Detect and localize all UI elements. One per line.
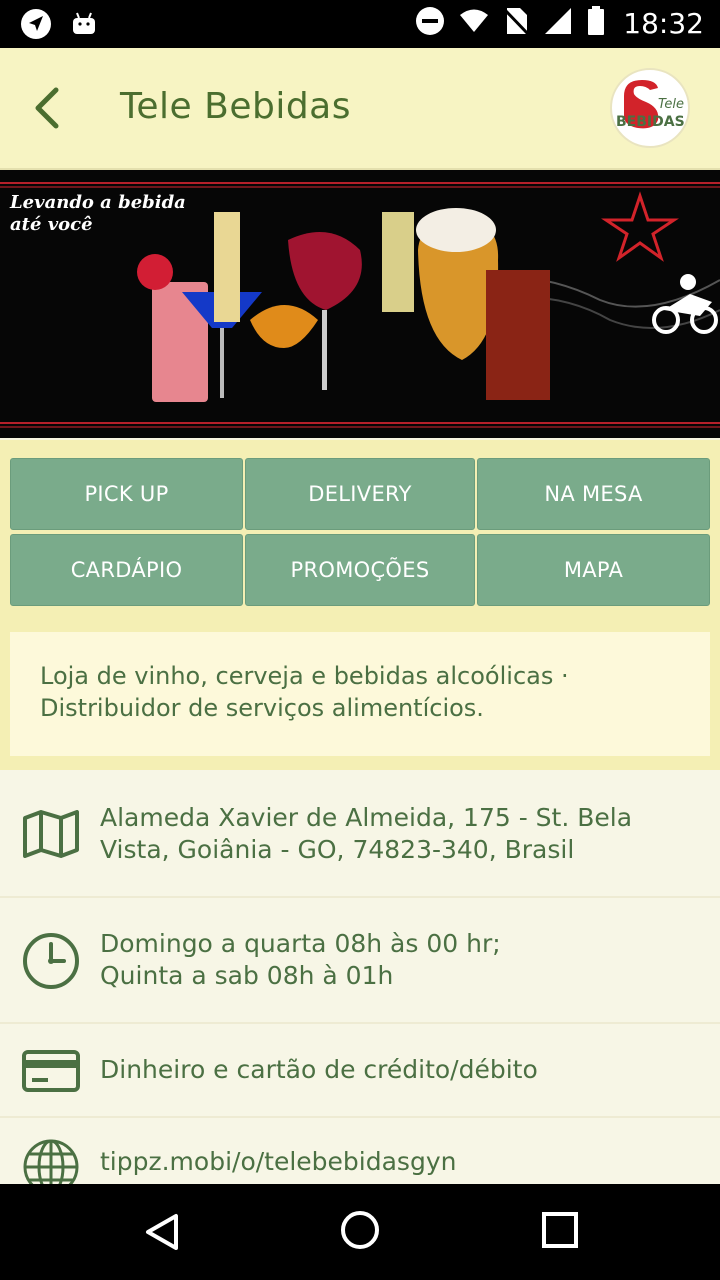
website-row[interactable]: tippz.mobi/o/telebebidasgyn <box>0 1118 720 1184</box>
battery-icon <box>587 6 605 40</box>
action-buttons: PICK UP DELIVERY NA MESA CARDÁPIO PROMOÇ… <box>0 440 720 630</box>
hours-row: Domingo a quarta 08h às 00 hr; Quinta a … <box>0 898 720 1024</box>
hours-line-2: Quinta a sab 08h à 01h <box>100 961 394 990</box>
address-line-1: Alameda Xavier de Almeida, 175 - St. Bel… <box>100 803 633 832</box>
logo-text-top: Tele <box>658 97 684 112</box>
clock-icon <box>23 933 79 989</box>
drinks-illustration <box>137 191 720 402</box>
nav-back-icon[interactable] <box>142 1212 182 1252</box>
android-icon <box>70 10 98 42</box>
promocoes-button[interactable]: PROMOÇÕES <box>245 534 475 606</box>
pick-up-button[interactable]: PICK UP <box>10 458 243 530</box>
system-nav-bar <box>0 1184 720 1280</box>
payment-row: Dinheiro e cartão de crédito/débito <box>0 1024 720 1118</box>
address-row[interactable]: Alameda Xavier de Almeida, 175 - St. Bel… <box>0 770 720 898</box>
status-time: 18:32 <box>623 6 704 40</box>
signal-icon <box>543 6 573 40</box>
chevron-left-icon <box>35 87 59 129</box>
wifi-icon <box>459 6 489 40</box>
page-title: Tele Bebidas <box>120 86 351 127</box>
nav-home-icon[interactable] <box>340 1210 380 1250</box>
cardapio-button[interactable]: CARDÁPIO <box>10 534 243 606</box>
navigation-icon <box>20 8 52 44</box>
hours-line-1: Domingo a quarta 08h às 00 hr; <box>100 929 501 958</box>
mapa-button[interactable]: MAPA <box>477 534 710 606</box>
app-bar: Tele Bebidas Tele BEBIDAS <box>0 48 720 170</box>
payment-text: Dinheiro e cartão de crédito/débito <box>100 1055 538 1084</box>
info-list: Alameda Xavier de Almeida, 175 - St. Bel… <box>0 770 720 1184</box>
globe-icon <box>23 1139 79 1184</box>
no-sim-icon <box>503 6 530 40</box>
back-button[interactable] <box>26 80 74 136</box>
logo-text-bottom: BEBIDAS <box>616 114 685 130</box>
na-mesa-button[interactable]: NA MESA <box>477 458 710 530</box>
promo-banner: Levando a bebida até você <box>0 170 720 438</box>
description-line-1: Loja de vinho, cerveja e bebidas alcoóli… <box>40 662 569 690</box>
delivery-button[interactable]: DELIVERY <box>245 458 475 530</box>
brand-logo: Tele BEBIDAS <box>610 68 690 148</box>
credit-card-icon <box>22 1050 80 1092</box>
description-line-2: Distribuidor de serviços alimentícios. <box>40 694 484 722</box>
website-link[interactable]: tippz.mobi/o/telebebidasgyn <box>100 1146 700 1178</box>
address-line-2: Vista, Goiânia - GO, 74823-340, Brasil <box>100 835 575 864</box>
nav-recents-icon[interactable] <box>542 1212 578 1248</box>
do-not-disturb-icon <box>415 6 445 40</box>
description-card: Loja de vinho, cerveja e bebidas alcoóli… <box>10 632 710 756</box>
status-bar: 18:32 <box>0 0 720 48</box>
map-icon <box>23 810 79 858</box>
